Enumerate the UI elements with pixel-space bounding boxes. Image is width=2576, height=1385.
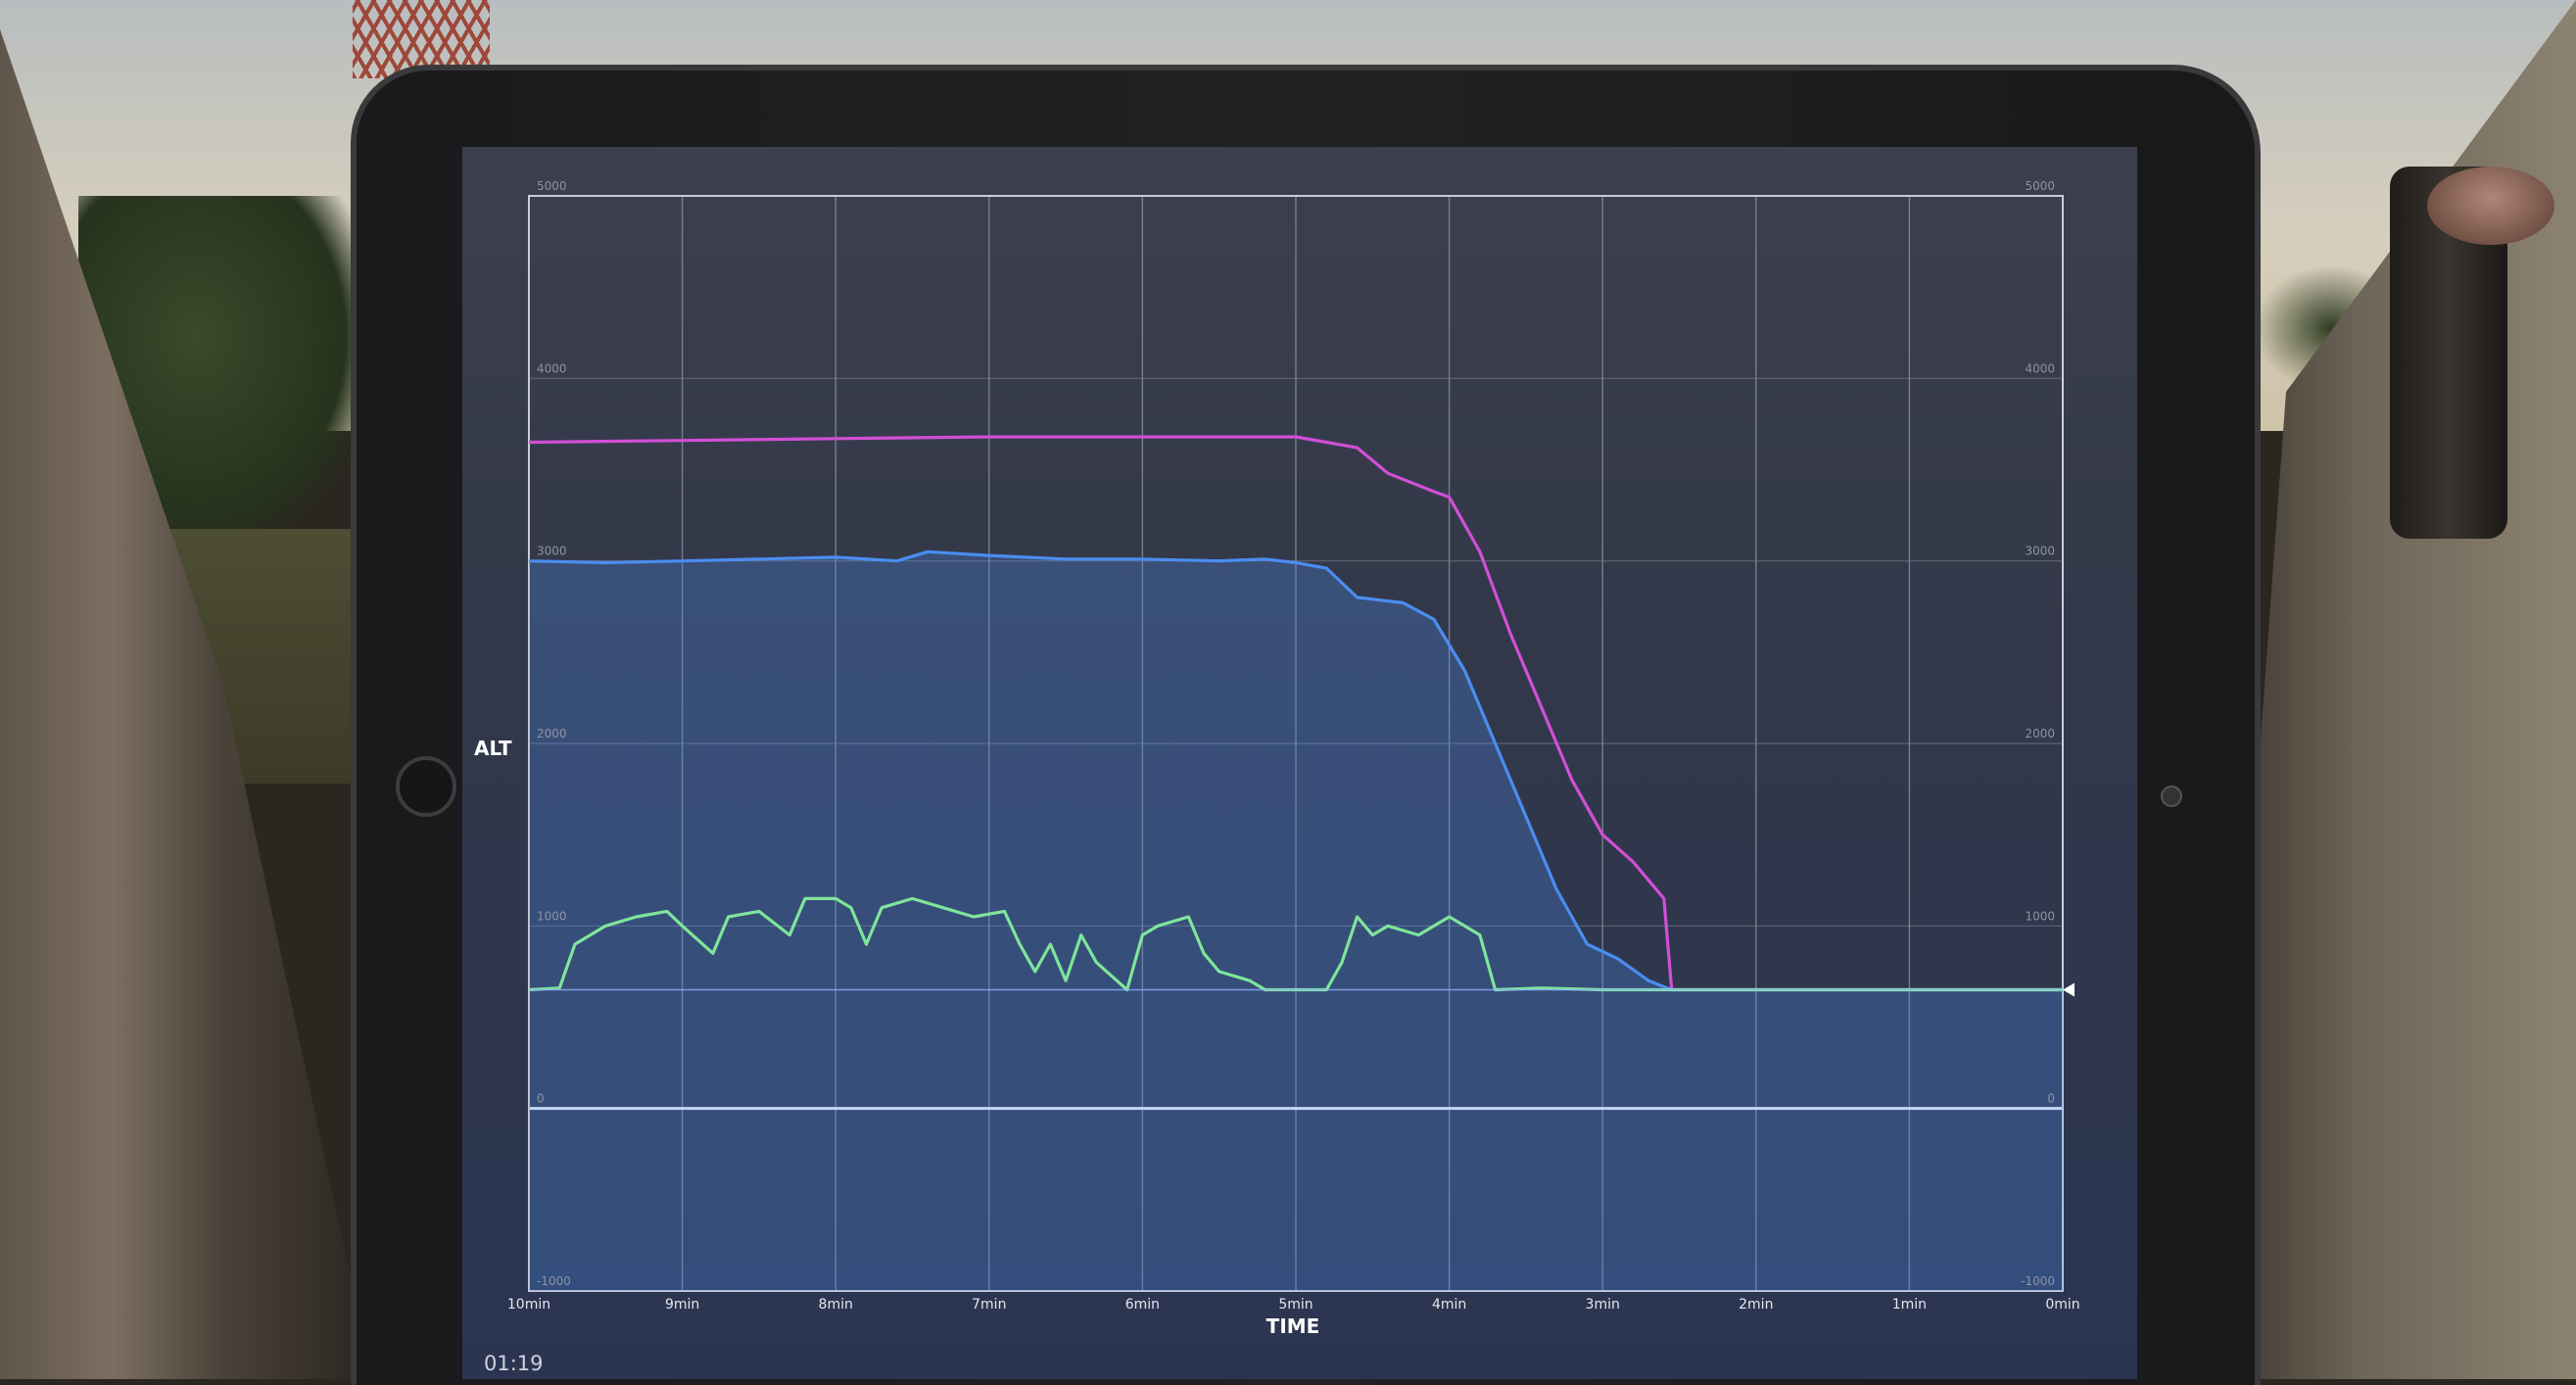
y-tick-label-right: -1000 (2021, 1274, 2055, 1288)
y-tick-label-right: 1000 (2025, 909, 2055, 923)
y-tick-label-left: 1000 (537, 909, 567, 923)
y-tick-label-right: 5000 (2025, 179, 2055, 193)
clock-readout: 01:19 (484, 1352, 544, 1375)
x-tick-label: 7min (972, 1297, 1006, 1313)
x-tick-label: 9min (665, 1297, 699, 1313)
y-tick-label-right: 2000 (2025, 727, 2055, 740)
x-tick-label: 3min (1586, 1297, 1620, 1313)
series-area-1 (529, 551, 2063, 1291)
y-tick-label-left: -1000 (537, 1274, 571, 1288)
x-tick-label: 6min (1125, 1297, 1160, 1313)
x-tick-label: 10min (507, 1297, 550, 1313)
x-tick-label: 2min (1739, 1297, 1773, 1313)
x-tick-label: 1min (1892, 1297, 1927, 1313)
y-tick-label-left: 3000 (537, 545, 567, 558)
y-tick-label-right: 0 (2047, 1092, 2055, 1106)
y-tick-label-right: 4000 (2025, 361, 2055, 375)
x-tick-label: 0min (2045, 1297, 2079, 1313)
x-tick-label: 4min (1432, 1297, 1466, 1313)
altitude-chart: 10min 9min 8min 7min 6min 5min 4min 3min 2min 1mi… (507, 179, 2080, 1313)
y-tick-label-right: 3000 (2025, 545, 2055, 558)
current-position-marker (2063, 982, 2075, 997)
x-tick-label: 5min (1278, 1297, 1312, 1313)
series-fill (529, 551, 2063, 1291)
y-tick-label-left: 2000 (537, 727, 567, 740)
y-tick-label-left: 5000 (537, 179, 567, 193)
y-tick-label-left: 4000 (537, 361, 567, 375)
x-axis-label: TIME (1265, 1314, 1320, 1338)
y-axis-label: ALT (474, 737, 512, 760)
x-tick-label: 8min (819, 1297, 853, 1313)
y-tick-label-left: 0 (537, 1092, 545, 1106)
